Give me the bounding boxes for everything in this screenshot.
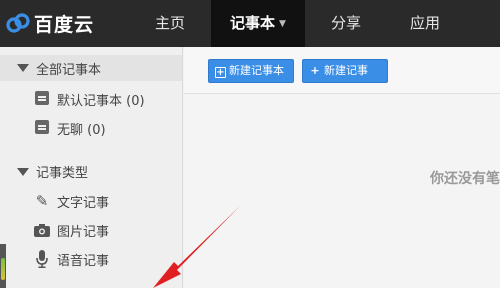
red-annotation-arrow <box>153 206 240 288</box>
